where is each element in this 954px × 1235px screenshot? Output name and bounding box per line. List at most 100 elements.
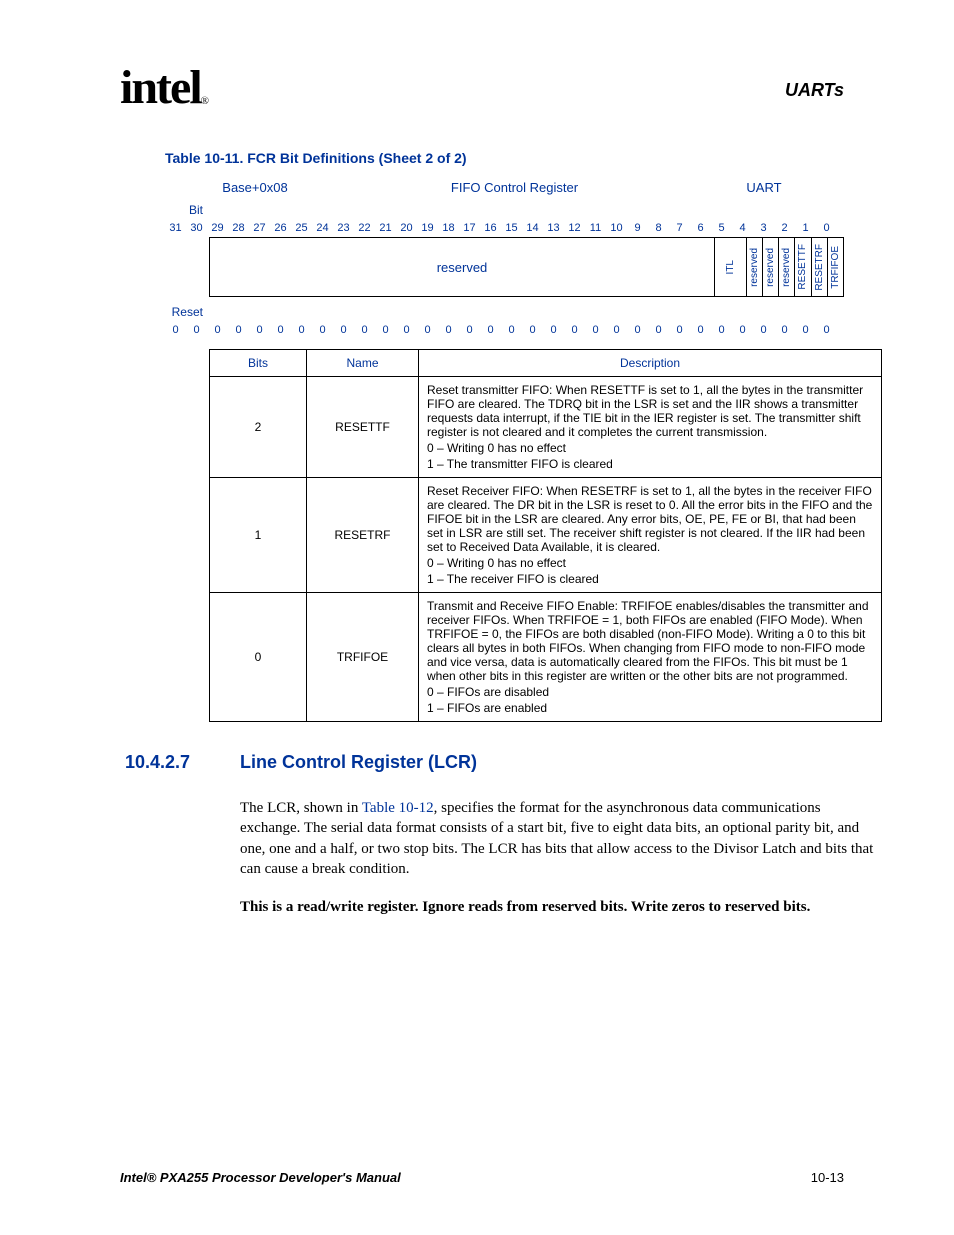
register-name: FIFO Control Register [345, 180, 684, 195]
cell-description: Reset Receiver FIFO: When RESETRF is set… [419, 478, 882, 593]
col-header-name: Name [307, 350, 419, 377]
bit-number: 3 [753, 222, 774, 234]
cell-description: Transmit and Receive FIFO Enable: TRFIFO… [419, 593, 882, 722]
field-itl: ITL [715, 238, 747, 296]
reset-value: 0 [249, 324, 270, 336]
section-title: Line Control Register (LCR) [240, 752, 477, 773]
reset-value: 0 [312, 324, 333, 336]
reset-value: 0 [585, 324, 606, 336]
bit-number: 26 [270, 222, 291, 234]
bit-number: 13 [543, 222, 564, 234]
reset-value: 0 [648, 324, 669, 336]
bit-number: 24 [312, 222, 333, 234]
field-reserved-3: reserved [779, 238, 795, 296]
bit-number: 21 [375, 222, 396, 234]
bit-number: 22 [354, 222, 375, 234]
bit-number: 12 [564, 222, 585, 234]
bit-number: 0 [816, 222, 837, 234]
registered-mark: ® [201, 95, 209, 107]
table-row: 0TRFIFOETransmit and Receive FIFO Enable… [210, 593, 882, 722]
bit-number: 10 [606, 222, 627, 234]
table-row: 1RESETRFReset Receiver FIFO: When RESETR… [210, 478, 882, 593]
reset-value: 0 [417, 324, 438, 336]
bit-number: 11 [585, 222, 606, 234]
bit-description-table: Bits Name Description 2RESETTFReset tran… [209, 349, 882, 722]
cross-reference[interactable]: Table 10-12 [362, 800, 434, 816]
reset-value: 0 [270, 324, 291, 336]
bit-number: 20 [396, 222, 417, 234]
reset-value: 0 [438, 324, 459, 336]
bit-number: 2 [774, 222, 795, 234]
bit-number: 5 [711, 222, 732, 234]
reset-value: 0 [795, 324, 816, 336]
cell-name: RESETRF [307, 478, 419, 593]
footer-page-number: 10-13 [811, 1170, 844, 1185]
table-row: 2RESETTFReset transmitter FIFO: When RES… [210, 377, 882, 478]
reset-values-row: 00000000000000000000000000000000 [165, 324, 837, 336]
bit-number: 25 [291, 222, 312, 234]
reset-value: 0 [774, 324, 795, 336]
cell-bits: 1 [210, 478, 307, 593]
col-header-bits: Bits [210, 350, 307, 377]
reserved-field: reserved [210, 238, 715, 296]
bit-names-row: reserved ITL reserved reserved reserved … [209, 237, 844, 297]
bit-number: 14 [522, 222, 543, 234]
paragraph-2: This is a read/write register. Ignore re… [240, 897, 880, 917]
bit-number: 27 [249, 222, 270, 234]
cell-bits: 2 [210, 377, 307, 478]
bit-number: 7 [669, 222, 690, 234]
reset-value: 0 [459, 324, 480, 336]
reset-label: Reset [165, 305, 209, 319]
field-reserved-5: reserved [747, 238, 763, 296]
cell-name: RESETTF [307, 377, 419, 478]
reset-value: 0 [291, 324, 312, 336]
bit-number: 4 [732, 222, 753, 234]
bit-number: 29 [207, 222, 228, 234]
section-heading: 10.4.2.7 Line Control Register (LCR) [165, 752, 844, 773]
reset-value: 0 [165, 324, 186, 336]
reset-value: 0 [690, 324, 711, 336]
reset-value: 0 [627, 324, 648, 336]
bit-number: 6 [690, 222, 711, 234]
footer-manual-title: Intel® PXA255 Processor Developer's Manu… [120, 1170, 401, 1185]
bit-numbers-row: 3130292827262524232221201918171615141312… [165, 222, 837, 234]
reset-value: 0 [354, 324, 375, 336]
reset-value: 0 [753, 324, 774, 336]
col-header-desc: Description [419, 350, 882, 377]
register-address: Base+0x08 [165, 180, 345, 195]
reset-value: 0 [333, 324, 354, 336]
reset-value: 0 [606, 324, 627, 336]
cell-bits: 0 [210, 593, 307, 722]
field-trfifoe: TRFIFOE [828, 238, 843, 296]
bit-number: 17 [459, 222, 480, 234]
reset-value: 0 [711, 324, 732, 336]
bit-number: 18 [438, 222, 459, 234]
field-reserved-4: reserved [763, 238, 779, 296]
reset-value: 0 [375, 324, 396, 336]
cell-name: TRFIFOE [307, 593, 419, 722]
register-module: UART [684, 180, 844, 195]
register-header: Base+0x08 FIFO Control Register UART [165, 180, 844, 195]
table-title: Table 10-11. FCR Bit Definitions (Sheet … [165, 150, 844, 166]
intel-logo: intel® [120, 60, 209, 115]
bit-number: 8 [648, 222, 669, 234]
reset-value: 0 [522, 324, 543, 336]
bit-number: 9 [627, 222, 648, 234]
reset-value: 0 [501, 324, 522, 336]
reset-value: 0 [543, 324, 564, 336]
reset-value: 0 [396, 324, 417, 336]
field-resettf: RESETTF [795, 238, 811, 296]
reset-value: 0 [564, 324, 585, 336]
reset-value: 0 [816, 324, 837, 336]
bit-number: 28 [228, 222, 249, 234]
bit-number: 19 [417, 222, 438, 234]
logo-text: intel [120, 61, 201, 114]
reset-value: 0 [732, 324, 753, 336]
chapter-title: UARTs [785, 80, 844, 101]
bit-number: 23 [333, 222, 354, 234]
field-resetrf: RESETRF [812, 238, 828, 296]
bit-number: 30 [186, 222, 207, 234]
page-footer: Intel® PXA255 Processor Developer's Manu… [120, 1170, 844, 1185]
bit-number: 16 [480, 222, 501, 234]
bit-label: Bit [165, 203, 209, 217]
